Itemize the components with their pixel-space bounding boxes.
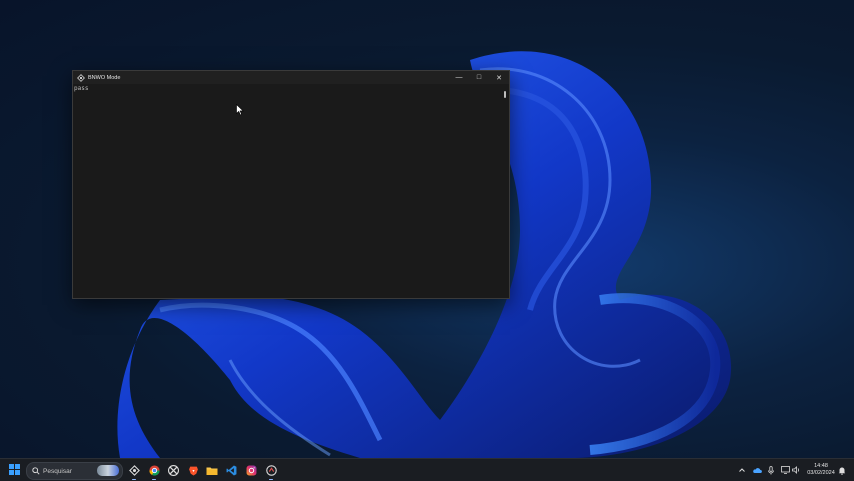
brave-icon[interactable] (187, 464, 199, 476)
notification-icon[interactable] (838, 463, 846, 477)
tray-overflow-button[interactable] (738, 463, 746, 477)
app-window[interactable]: BNWO Mode — □ ✕ pass (72, 70, 510, 299)
console-output[interactable]: pass (73, 84, 509, 298)
mouse-cursor-icon (236, 104, 244, 116)
minimize-button[interactable]: — (449, 71, 469, 84)
microphone-icon[interactable] (767, 463, 775, 477)
search-icon (32, 467, 40, 475)
scrollbar-thumb[interactable] (504, 91, 506, 98)
console-text: pass (74, 85, 89, 92)
instagram-icon[interactable] (245, 464, 257, 476)
window-title: BNWO Mode (88, 74, 121, 81)
file-explorer-icon[interactable] (206, 464, 218, 476)
app-icon (77, 73, 85, 82)
maximize-button[interactable]: □ (469, 71, 489, 84)
volume-icon[interactable] (792, 463, 801, 477)
search-placeholder: Pesquisar (43, 467, 72, 475)
search-box[interactable]: Pesquisar (26, 462, 123, 480)
onedrive-icon[interactable] (752, 463, 762, 477)
clock-date: 03/02/2024 (807, 470, 835, 476)
xbox-icon[interactable] (167, 464, 179, 476)
close-button[interactable]: ✕ (489, 71, 509, 84)
taskbar-clock[interactable]: 14:48 03/02/2024 (804, 463, 838, 477)
window-titlebar[interactable]: BNWO Mode — □ ✕ (73, 71, 509, 84)
chevron-up-icon (739, 468, 745, 472)
display-icon[interactable] (781, 463, 790, 477)
search-highlight-image (97, 465, 119, 476)
start-button[interactable] (9, 464, 20, 475)
vscode-icon[interactable] (225, 464, 237, 476)
clock-time: 14:48 (814, 463, 828, 469)
app-icon[interactable] (128, 464, 140, 480)
taskbar: Pesquisar 14:48 03/02/2024 (0, 458, 854, 481)
app-icon-2[interactable] (265, 464, 277, 480)
chrome-icon[interactable] (148, 464, 160, 480)
